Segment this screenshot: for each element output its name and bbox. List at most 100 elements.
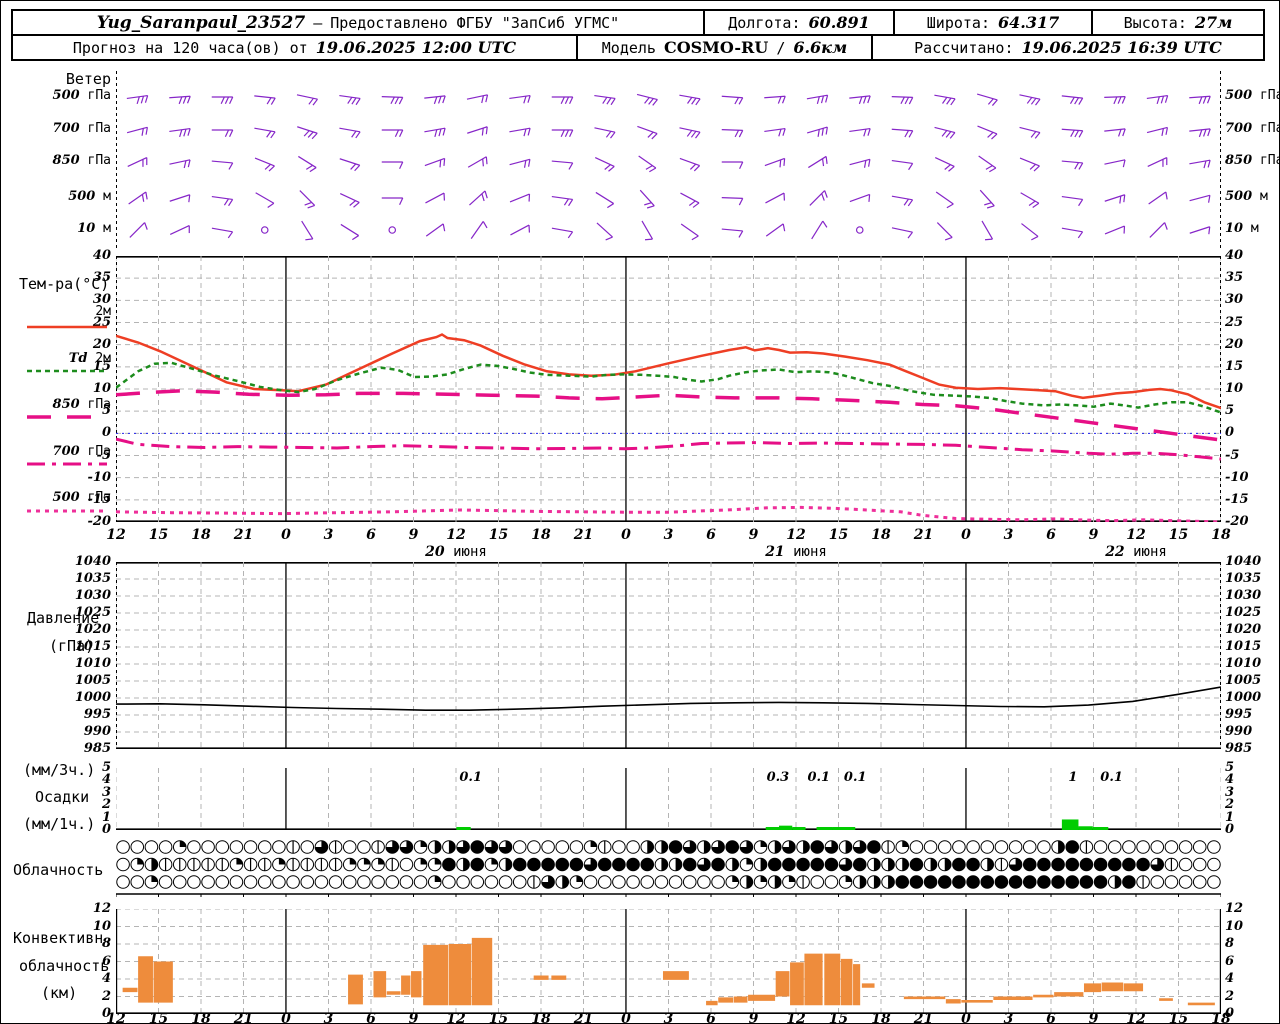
header: Yug_Saranpaul_23527 — Предоставлено ФГБУ…	[11, 9, 1265, 61]
cloud-cover-panel	[116, 840, 1221, 897]
provided-by: Предоставлено ФГБУ "ЗапСиб УГМС"	[330, 13, 620, 32]
temp-axis-label-right: 40	[1225, 248, 1244, 263]
temp-axis-label-right: 35	[1225, 270, 1244, 286]
x-hour-label: 21	[913, 527, 934, 543]
temp-axis-label-left: -10	[87, 469, 112, 485]
pressure-axis-label-left: 985	[83, 741, 111, 756]
temp-axis-label-right: 25	[1225, 314, 1244, 330]
x-hour-label: 18	[191, 527, 211, 543]
conv-axis-label-right: 2	[1225, 988, 1235, 1004]
temp-axis-label-left: -20	[87, 514, 112, 529]
precip-axis-label-left: 0	[101, 822, 111, 837]
conv-axis-label-left: 10	[92, 918, 111, 934]
pressure-axis-label-left: 1010	[74, 656, 111, 671]
x-hour-label: 18	[871, 527, 891, 543]
latitude-cell: Широта: 64.317	[893, 11, 1091, 34]
temp-legend-label: Td 2м	[68, 351, 111, 366]
pressure-axis-label-right: 1030	[1225, 588, 1262, 603]
header-dash: —	[313, 13, 323, 32]
longitude-value: 60.891	[808, 13, 870, 32]
temp-axis-label-right: 5	[1225, 403, 1235, 419]
pressure-axis-label-right: 995	[1225, 707, 1253, 722]
altitude-cell: Высота: 27м	[1091, 11, 1263, 34]
model-label: Модель	[601, 38, 656, 57]
wind-level-label-left: 10 м	[77, 221, 111, 236]
wind-level-label-left: 500 м	[68, 189, 111, 204]
pressure-axis-label-right: 1020	[1225, 622, 1262, 637]
temp-axis-label-right: 20	[1225, 336, 1244, 352]
wind-level-label-left: 700 гПа	[52, 121, 111, 136]
temp-axis-label-right: 30	[1225, 292, 1244, 308]
x-hour-label: 6	[366, 527, 376, 543]
conv-axis-label-right: 0	[1225, 1006, 1235, 1021]
pressure-axis-label-right: 1010	[1225, 656, 1262, 671]
pressure-axis-label-left: 1000	[74, 690, 111, 705]
temp-axis-label-right: -20	[1225, 514, 1249, 529]
temp-legend-line	[27, 325, 107, 329]
x-hour-label: 12	[1126, 527, 1146, 543]
wind-level-label-right: 700 гПа	[1225, 121, 1279, 136]
x-hour-label: 3	[1003, 527, 1014, 543]
pressure-axis-label-right: 1025	[1225, 605, 1262, 620]
temp-axis-label-left: 40	[92, 248, 111, 263]
x-hour-label: 0	[961, 527, 971, 543]
x-hour-label: 9	[408, 527, 419, 543]
pressure-axis-label-left: 1035	[74, 571, 111, 586]
latitude-label: Широта:	[926, 13, 990, 32]
temp-legend-line	[27, 509, 107, 513]
model-resolution: 6.6км	[793, 38, 848, 57]
conv-axis-label-left: 12	[92, 901, 111, 916]
x-hour-label: 3	[323, 527, 334, 543]
x-date-label: 21 июня	[765, 544, 827, 560]
precip-value-label: 0.1	[1100, 770, 1123, 785]
precipitation-panel	[116, 768, 1221, 830]
forecast-start-time: 19.06.2025 12:00 UTC	[315, 38, 517, 57]
model-slash: /	[776, 38, 786, 57]
pressure-axis-label-right: 985	[1225, 741, 1253, 756]
x-hour-label: 3	[663, 527, 674, 543]
temp-axis-label-right: -15	[1225, 491, 1249, 507]
pressure-axis-label-left: 1030	[74, 588, 111, 603]
pressure-axis-label-right: 1015	[1225, 639, 1262, 654]
precip-value-label: 0.1	[459, 770, 483, 785]
longitude-label: Долгота:	[728, 13, 801, 32]
temp-axis-label-left: 20	[92, 336, 111, 352]
pressure-axis-label-left: 995	[83, 707, 111, 722]
pressure-axis-label-right: 1035	[1225, 571, 1262, 586]
wind-barbs-panel	[116, 71, 1221, 251]
x-hour-label: 6	[706, 527, 716, 543]
temp-axis-label-right: 10	[1225, 381, 1244, 396]
conv-axis-label-right: 8	[1225, 936, 1235, 951]
temperature-panel	[116, 256, 1221, 522]
pressure-axis-label-right: 1005	[1225, 673, 1262, 688]
pressure-axis-label-left: 1040	[74, 554, 111, 569]
precip-value-label: 0.1	[807, 770, 831, 785]
x-hour-label: 21	[233, 527, 254, 543]
temp-legend-line	[27, 415, 107, 419]
temp-axis-label-right: 15	[1225, 358, 1244, 374]
wind-level-label-right: 850 гПа	[1225, 153, 1279, 168]
x-hour-label: 15	[148, 527, 169, 543]
conv-axis-label-right: 12	[1225, 901, 1244, 916]
header-row-2: Прогноз на 120 часа(ов) от 19.06.2025 12…	[13, 36, 1263, 59]
x-date-label: 22 июня	[1105, 544, 1167, 560]
precip-value-label: 1	[1068, 770, 1078, 785]
conv-axis-label-left: 8	[101, 936, 111, 951]
wind-level-label-left: 500 гПа	[52, 88, 111, 103]
pressure-panel	[116, 562, 1221, 749]
temp-legend-line	[27, 462, 107, 466]
wind-level-label-right: 500 м	[1225, 189, 1268, 204]
conv-axis-label-right: 4	[1225, 971, 1235, 986]
conv-axis-label-left: 4	[101, 971, 111, 986]
x-hour-label: 12	[446, 527, 466, 543]
x-hour-label: 12	[786, 527, 806, 543]
x-hour-label: 0	[621, 527, 631, 543]
temp-axis-label-left: 0	[101, 425, 111, 441]
convective-clouds-panel	[116, 909, 1221, 1014]
x-hour-label: 12	[106, 527, 126, 543]
calculated-time: 19.06.2025 16:39 UTC	[1021, 38, 1222, 57]
temp-axis-label-right: -10	[1225, 469, 1249, 485]
forecast-label: Прогноз на 120 часа(ов) от	[72, 38, 308, 57]
latitude-value: 64.317	[997, 13, 1060, 32]
forecast-cell: Прогноз на 120 часа(ов) от 19.06.2025 12…	[13, 36, 576, 59]
